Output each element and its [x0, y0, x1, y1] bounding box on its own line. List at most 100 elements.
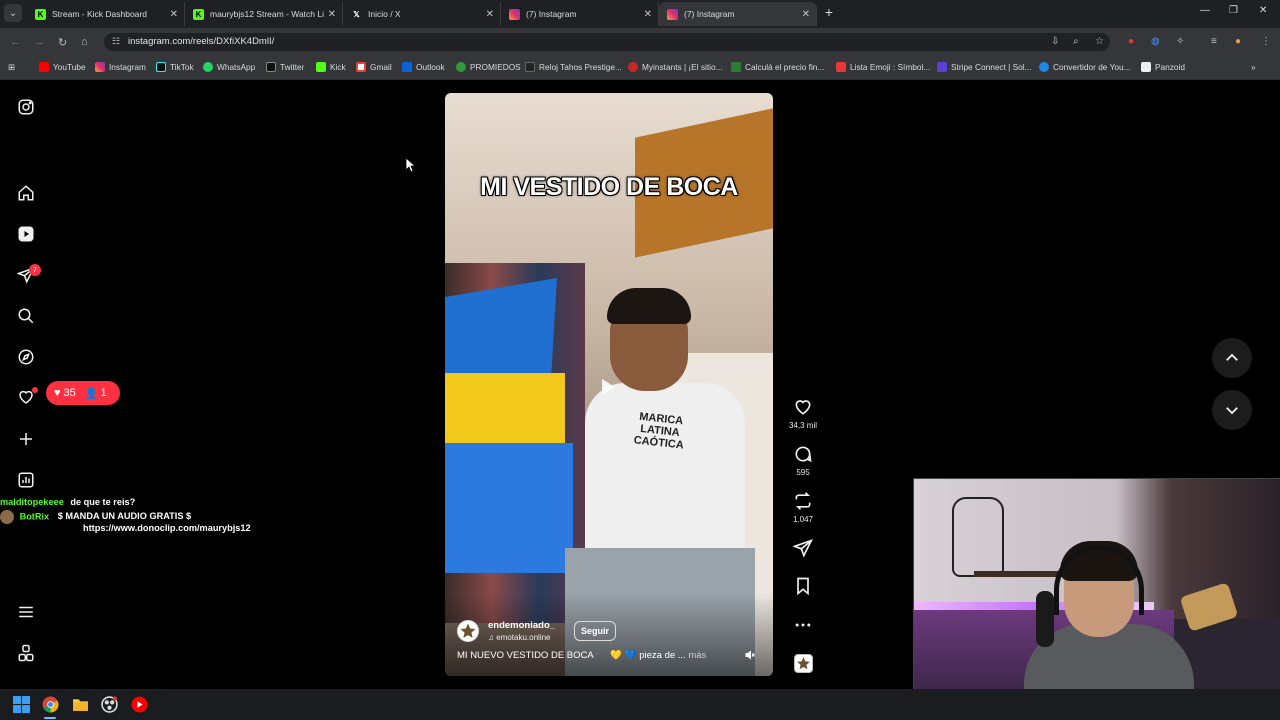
create-icon[interactable]	[17, 430, 35, 448]
author-username[interactable]: endemoniado_	[488, 620, 555, 631]
bookmark-emoji[interactable]: Lista Emoji : Símbol...	[836, 62, 930, 72]
back-button[interactable]: ←	[10, 36, 21, 48]
apps-grid-icon[interactable]: ⊞	[8, 62, 15, 72]
obs-icon[interactable]	[101, 696, 118, 713]
minimize-button[interactable]: —	[1200, 5, 1210, 16]
mute-icon[interactable]	[744, 648, 756, 660]
close-icon[interactable]: ✕	[486, 9, 494, 20]
close-icon[interactable]: ✕	[644, 9, 652, 20]
window-close-button[interactable]: ✕	[1259, 5, 1267, 16]
home-button[interactable]: ⌂	[81, 36, 88, 48]
close-icon[interactable]: ✕	[802, 9, 810, 20]
extensions-icon[interactable]: ✧	[1176, 36, 1184, 47]
windows-taskbar	[0, 689, 1280, 720]
also-from-meta-icon[interactable]	[17, 644, 35, 662]
share-icon[interactable]	[792, 538, 813, 558]
reel-video[interactable]: MARICA LATINA CAÓTICA MI VESTIDO DE BOCA…	[445, 93, 773, 676]
new-tab-button[interactable]: +	[822, 5, 836, 19]
reload-button[interactable]: ↻	[58, 36, 67, 49]
reel-caption: MI NUEVO VESTIDO DE BOCA ➖ 💛 💙 pieza de …	[457, 650, 706, 661]
bookmark-twitter[interactable]: Twitter	[266, 62, 304, 72]
zoom-icon[interactable]: ⌕	[1073, 36, 1079, 47]
tab-instagram-2-active[interactable]: (7) Instagram ✕	[659, 2, 817, 26]
bookmark-label: PROMIEDOS	[470, 62, 521, 72]
dashboard-icon[interactable]	[17, 471, 35, 489]
like-icon[interactable]	[793, 397, 813, 417]
save-icon[interactable]	[793, 576, 813, 596]
more-menu-icon[interactable]	[17, 603, 35, 621]
close-icon[interactable]: ✕	[328, 9, 336, 20]
tab-kick-dashboard[interactable]: K Stream - Kick Dashboard ✕	[27, 2, 185, 26]
bookmark-calcula[interactable]: Calculá el precio fin...	[731, 62, 824, 72]
windows-start-icon[interactable]	[13, 696, 30, 713]
tab-kick-stream[interactable]: K maurybjs12 Stream - Watch Live ✕	[185, 2, 343, 26]
tab-title: (7) Instagram	[526, 9, 577, 19]
more-options-icon[interactable]	[793, 615, 813, 635]
extension-red-icon[interactable]: ●	[1128, 36, 1134, 47]
bookmark-kick[interactable]: Kick	[316, 62, 346, 72]
bookmark-label: Instagram	[109, 62, 146, 72]
browser-tabstrip: ⌄ K Stream - Kick Dashboard ✕ K maurybjs…	[0, 0, 1280, 28]
site-info-icon[interactable]: ☷	[112, 36, 120, 47]
play-icon[interactable]	[595, 375, 619, 399]
chat-message: malditopekeee de que te reis?	[0, 497, 135, 507]
comment-icon[interactable]	[793, 444, 813, 464]
reading-list-icon[interactable]: ≡	[1211, 36, 1217, 47]
person-icon: 👤	[84, 387, 99, 400]
reel-title-overlay: MI VESTIDO DE BOCA	[480, 173, 738, 201]
video-shirt	[585, 383, 745, 553]
bookmark-gmail[interactable]: Gmail	[356, 62, 392, 72]
bookmark-panzoid[interactable]: Panzoid	[1141, 62, 1185, 72]
tab-search-button[interactable]: ⌄	[4, 4, 22, 22]
next-reel-button[interactable]	[1212, 390, 1252, 430]
instagram-logo-icon[interactable]	[17, 98, 35, 116]
menu-kebab-icon[interactable]: ⋮	[1261, 36, 1271, 47]
bookmark-whatsapp[interactable]: WhatsApp	[203, 62, 255, 72]
bookmark-outlook[interactable]: Outlook	[402, 62, 445, 72]
caption-more-link[interactable]: más	[688, 650, 706, 661]
url-text: instagram.com/reels/DXfiXK4DmlI/	[128, 36, 275, 47]
author-avatar[interactable]	[457, 620, 479, 642]
bookmark-tiktok[interactable]: TikTok	[156, 62, 194, 72]
video-hair	[607, 288, 691, 324]
bookmarks-bar: ⊞ YouTube Instagram TikTok WhatsApp Twit…	[0, 56, 1280, 80]
bookmark-stripe[interactable]: Stripe Connect | Sol...	[937, 62, 1032, 72]
bookmark-promiedos[interactable]: PROMIEDOS	[456, 62, 521, 72]
youtube-app-icon[interactable]	[131, 696, 148, 713]
profile-avatar[interactable]: ●	[1235, 36, 1241, 47]
wall-sticker	[952, 497, 1004, 577]
bookmark-myinstants[interactable]: Myinstants | ¡El sitio...	[628, 62, 723, 72]
reel-caption-text: MI NUEVO VESTIDO DE BOCA ➖ 💛 💙 pieza de …	[457, 650, 686, 661]
audio-thumbnail[interactable]	[794, 654, 813, 673]
bookmark-label: Kick	[330, 62, 346, 72]
tab-list: K Stream - Kick Dashboard ✕ K maurybjs12…	[27, 2, 817, 26]
repost-icon[interactable]	[793, 491, 813, 511]
restore-button[interactable]: ❐	[1229, 5, 1238, 16]
search-icon[interactable]	[17, 307, 35, 325]
file-explorer-icon[interactable]	[72, 696, 89, 713]
close-icon[interactable]: ✕	[170, 9, 178, 20]
explore-icon[interactable]	[17, 348, 35, 366]
bookmark-instagram[interactable]: Instagram	[95, 62, 146, 72]
messages-badge: 7	[29, 264, 41, 276]
tab-instagram-1[interactable]: (7) Instagram ✕	[501, 2, 659, 26]
bookmark-label: Lista Emoji : Símbol...	[850, 62, 931, 72]
forward-button[interactable]: →	[34, 36, 45, 48]
extension-audio-icon[interactable]: ◍	[1151, 36, 1160, 47]
previous-reel-button[interactable]	[1212, 338, 1252, 378]
home-icon[interactable]	[17, 184, 35, 202]
chat-username: malditopekeee	[0, 497, 64, 507]
tab-x-home[interactable]: 𝕏 Inicio / X ✕	[343, 2, 501, 26]
bookmark-star-icon[interactable]: ☆	[1095, 36, 1104, 47]
activity-pill[interactable]: ♥ 35 👤 1	[46, 381, 120, 405]
omnibox[interactable]: ☷ instagram.com/reels/DXfiXK4DmlI/	[104, 33, 1110, 51]
bookmark-convertidor[interactable]: Convertidor de You...	[1039, 62, 1131, 72]
bookmarks-overflow-icon[interactable]: »	[1251, 62, 1256, 72]
reels-icon[interactable]	[17, 225, 35, 243]
repost-count: 1.047	[792, 515, 814, 524]
chrome-icon[interactable]	[42, 696, 59, 713]
install-app-icon[interactable]: ⇩	[1051, 36, 1059, 47]
bookmark-reloj[interactable]: Reloj Tahos Prestige...	[525, 62, 622, 72]
follow-button[interactable]: Seguir	[574, 621, 616, 641]
bookmark-youtube[interactable]: YouTube	[39, 62, 86, 72]
